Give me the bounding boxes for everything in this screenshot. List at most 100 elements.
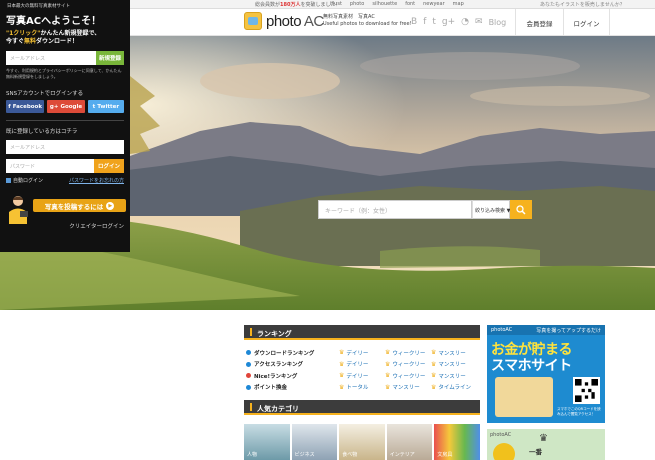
ranking-header: ランキング [244, 325, 480, 340]
ranking-weekly-link[interactable]: ♛ ウィークリー [385, 372, 431, 380]
ranking-daily-link[interactable]: ♛ デイリー [339, 360, 385, 369]
ranking-weekly-link[interactable]: ♛ ウィークリー [385, 349, 431, 357]
creator-person-icon [9, 196, 28, 224]
ranking-name[interactable]: アクセスランキング [246, 360, 339, 368]
crown-icon: ♛ [431, 383, 437, 391]
site-logo[interactable]: photo AC [244, 12, 324, 30]
facebook-login-button[interactable]: f Facebook [6, 100, 45, 113]
ranking-monthly-link[interactable]: ♛ マンスリー [431, 360, 477, 369]
crown-icon: ♛ [539, 433, 548, 444]
download-icon [246, 350, 251, 356]
category-tile[interactable]: 人物 [244, 424, 290, 460]
crown-icon: ♛ [339, 360, 345, 368]
crown-icon: ♛ [385, 372, 391, 380]
promo-link[interactable]: あなたもイラストを販売しませんか？ [540, 1, 625, 8]
category-tile[interactable]: 食べ物 [339, 424, 385, 460]
ranking-list: ダウンロードランキング ♛ デイリー ♛ ウィークリー ♛ マンスリー アクセスランキ… [246, 347, 480, 393]
terms-note: 今すぐ、利用規約とプライバシーポリシーに同意して、かんたん無料新規登録をしましょ… [6, 68, 122, 79]
login-link[interactable]: ログイン [563, 9, 610, 36]
logo-camera-icon [244, 12, 262, 30]
smartphone-ad[interactable]: photoAC 写真を撮ってアップするだけ お金が貯まる スマホサイト スマホでこ… [487, 325, 605, 423]
social-links: B f t g+ ◔ ✉ Blog [411, 17, 506, 27]
search-button[interactable] [510, 200, 532, 219]
login-password-field[interactable]: パスワード [6, 159, 94, 173]
login-email-field[interactable]: メールアドレス [6, 140, 124, 154]
categories-header: 人気カテゴリ [244, 400, 480, 415]
site-link-photo[interactable]: photo [350, 1, 364, 7]
forgot-password-link[interactable]: パスワードをお忘れの方 [69, 177, 124, 184]
facebook-icon[interactable]: f [423, 17, 426, 27]
category-tiles: 人物 ビジネス 食べ物 インテリア 文房具 [244, 424, 480, 460]
category-tile[interactable]: ビジネス [291, 424, 338, 460]
access-icon [246, 361, 251, 367]
ranking-daily-link[interactable]: ♛ デイリー [339, 349, 385, 357]
mail-icon[interactable]: ✉ [475, 17, 483, 27]
phone-illustration [495, 377, 553, 417]
crown-icon: ♛ [339, 383, 345, 391]
crown-icon: ♛ [385, 360, 391, 368]
login-button[interactable]: ログイン [93, 159, 124, 173]
crown-icon: ♛ [385, 349, 391, 357]
ranking-weekly-link[interactable]: ♛ ウィークリー [385, 360, 431, 369]
search-bar: キーワード（例：女性） 絞り込み検索 ▼ [318, 200, 532, 219]
filter-select[interactable]: 絞り込み検索 ▼ [472, 200, 510, 219]
ranking-row: アクセスランキング ♛ デイリー ♛ ウィークリー ♛ マンスリー [246, 359, 480, 371]
heart-icon [246, 373, 251, 379]
site-link-map[interactable]: map [453, 1, 464, 7]
login-panel: 日本最大の無料写真素材サイト 写真ACへようこそ！ "1クリック"かんたん新規登… [0, 0, 130, 252]
twitter-login-button[interactable]: t Twitter [87, 100, 124, 113]
crown-icon: ♛ [385, 383, 391, 391]
checkbox-icon [6, 178, 11, 183]
blogger-icon[interactable]: B [411, 17, 417, 27]
site-link-illust[interactable]: illust [330, 1, 342, 7]
category-tile[interactable]: インテリア [386, 424, 433, 460]
signup-pitch: "1クリック"かんたん新規登録で、 今すぐ無料ダウンロード！ [6, 30, 101, 45]
coin-icon [246, 384, 251, 390]
search-icon [516, 204, 526, 215]
ranking-row: Nice!ランキング ♛ デイリー ♛ ウィークリー ♛ マンスリー [246, 370, 480, 382]
ranking-row: ダウンロードランキング ♛ デイリー ♛ ウィークリー ♛ マンスリー [246, 347, 480, 359]
ranking-name[interactable]: Nice!ランキング [246, 372, 339, 380]
ranking-monthly-link[interactable]: ♛ マンスリー [431, 372, 477, 380]
divider [6, 120, 124, 121]
sister-sites-nav: illust photo silhouette font newyear map [330, 1, 464, 7]
qr-code [573, 377, 600, 404]
google-login-button[interactable]: g+ Google [47, 100, 85, 113]
site-note: 日本最大の無料写真素材サイト [7, 4, 70, 9]
auto-login-checkbox[interactable]: 自動ログイン [6, 177, 43, 184]
twitter-icon: t [92, 103, 96, 110]
rss-icon[interactable]: ◔ [461, 17, 469, 27]
crown-icon: ♛ [431, 360, 437, 368]
signup-button[interactable]: 新規登録 [95, 51, 124, 65]
crown-icon: ♛ [339, 372, 345, 380]
sns-login-title: SNSアカウントでログインする [6, 91, 84, 97]
ranking-timeline-link[interactable]: ♛ タイムライン [431, 383, 477, 392]
twitter-icon[interactable]: t [432, 17, 436, 27]
site-link-font[interactable]: font [405, 1, 415, 7]
crown-icon: ♛ [431, 349, 437, 357]
site-link-silhouette[interactable]: silhouette [372, 1, 397, 7]
campaign-ad[interactable]: photoAC ♛ 一番 [487, 429, 605, 460]
google-icon: g+ [49, 103, 59, 110]
google-plus-icon[interactable]: g+ [442, 17, 455, 27]
facebook-icon: f [8, 103, 11, 110]
ranking-name[interactable]: ダウンロードランキング [246, 349, 339, 357]
search-input[interactable]: キーワード（例：女性） [318, 200, 472, 219]
ranking-daily-link[interactable]: ♛ デイリー [339, 372, 385, 380]
blog-link[interactable]: Blog [489, 18, 507, 27]
member-count-text: 総会員数が180万人を突破しました！ [255, 2, 341, 8]
signup-email-field[interactable]: メールアドレス [6, 51, 96, 65]
ranking-monthly-link[interactable]: ♛ マンスリー [385, 383, 431, 392]
arrow-right-icon: ▶ [106, 201, 115, 210]
welcome-heading: 写真ACへようこそ！ [6, 16, 102, 27]
member-login-title: 既に登録している方はコチラ [6, 129, 78, 135]
register-link[interactable]: 会員登録 [515, 9, 563, 36]
post-photo-button[interactable]: 写真を投稿するには ▶ [33, 199, 126, 212]
medal-icon [493, 443, 515, 460]
ranking-name[interactable]: ポイント換金 [246, 383, 339, 391]
ranking-total-link[interactable]: ♛ トータル [339, 383, 385, 392]
category-tile[interactable]: 文房具 [434, 424, 480, 460]
ranking-monthly-link[interactable]: ♛ マンスリー [431, 349, 477, 357]
site-link-newyear[interactable]: newyear [423, 1, 445, 7]
crown-icon: ♛ [431, 372, 437, 380]
